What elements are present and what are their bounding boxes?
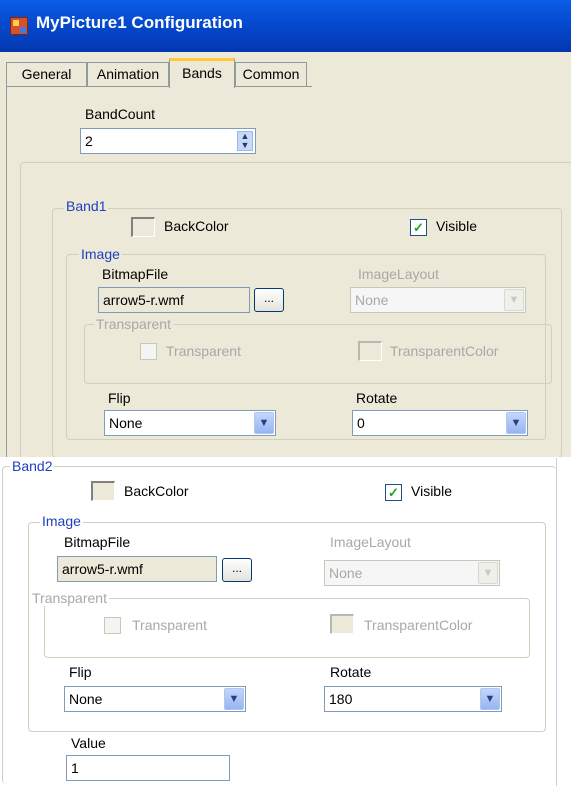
band2-imagelayout-value: None [329, 565, 363, 581]
band1-transparentcolor-label: TransparentColor [390, 343, 499, 359]
band1-bitmap-field[interactable]: arrow5-r.wmf [98, 287, 250, 313]
band1-image-title: Image [79, 246, 122, 262]
tab-animation[interactable]: Animation [87, 62, 169, 86]
band1-flip-value: None [109, 415, 143, 431]
band-count-value: 2 [85, 133, 93, 149]
band-count-stepper[interactable]: 2 ▲ ▼ [80, 128, 256, 154]
band2-rotate-label: Rotate [330, 664, 372, 680]
tab-general[interactable]: General [6, 62, 87, 86]
band2-transparentcolor-swatch[interactable] [330, 614, 354, 634]
checkmark-icon: ✓ [413, 220, 424, 235]
band1-browse-button[interactable]: ... [254, 288, 284, 312]
band1-transparent-checkbox[interactable] [140, 343, 157, 360]
band2-imagelayout-label: ImageLayout [330, 534, 411, 550]
band2-transparentcolor-label: TransparentColor [364, 617, 473, 633]
band1-title: Band1 [64, 198, 109, 214]
band2-flip-label: Flip [69, 664, 92, 680]
app-picture-icon [10, 17, 28, 35]
band2-title: Band2 [10, 458, 55, 474]
band1-backcolor-label: BackColor [164, 218, 229, 234]
band1-rotate-select[interactable]: 0 ▼ [352, 410, 528, 436]
band1-transparentcolor-swatch[interactable] [358, 341, 382, 361]
band-count-label: BandCount [85, 106, 156, 122]
checkmark-icon: ✓ [388, 485, 399, 500]
band2-browse-button[interactable]: ... [222, 558, 252, 582]
band2-transparent-title: Transparent [30, 590, 109, 606]
band2-image-title: Image [40, 513, 83, 529]
band2-transparent-checkbox[interactable] [104, 617, 121, 634]
band1-backcolor-swatch[interactable] [131, 217, 155, 237]
band2-imagelayout-select[interactable]: None ▼ [324, 560, 500, 586]
band1-flip-select[interactable]: None ▼ [104, 410, 276, 436]
band1-bitmap-label: BitmapFile [102, 266, 169, 282]
spinner-arrows-icon[interactable]: ▲ ▼ [237, 131, 253, 151]
band2-backcolor-label: BackColor [124, 483, 189, 499]
chevron-down-icon: ▼ [478, 562, 498, 584]
band2-flip-select[interactable]: None ▼ [64, 686, 246, 712]
band1-imagelayout-value: None [355, 292, 389, 308]
band2-flip-value: None [69, 691, 103, 707]
band2-backcolor-swatch[interactable] [91, 481, 115, 501]
chevron-down-icon[interactable]: ▼ [254, 412, 274, 434]
band1-imagelayout-select[interactable]: None ▼ [350, 287, 526, 313]
band2-value-label: Value [71, 735, 106, 751]
chevron-down-icon[interactable]: ▼ [506, 412, 526, 434]
band1-transparent-label: Transparent [166, 343, 241, 359]
band2-visible-label: Visible [411, 483, 452, 499]
band2-value-field[interactable]: 1 [66, 755, 230, 781]
band1-rotate-label: Rotate [356, 390, 398, 406]
panel-edge [556, 458, 557, 786]
chevron-down-icon[interactable]: ▼ [480, 688, 500, 710]
band1-imagelayout-label: ImageLayout [358, 266, 439, 282]
chevron-down-icon: ▼ [504, 289, 524, 311]
band2-rotate-value: 180 [329, 691, 353, 707]
band1-visible-label: Visible [436, 218, 477, 234]
band1-transparent-title: Transparent [94, 316, 173, 332]
tab-common[interactable]: Common [235, 62, 307, 86]
band2-visible-checkbox[interactable]: ✓ [385, 484, 402, 501]
band2-bitmap-field[interactable]: arrow5-r.wmf [57, 556, 217, 582]
window-title: MyPicture1 Configuration [36, 13, 243, 32]
band2-rotate-select[interactable]: 180 ▼ [324, 686, 502, 712]
band2-bitmap-label: BitmapFile [64, 534, 131, 550]
tab-bands[interactable]: Bands [169, 58, 235, 88]
band1-flip-label: Flip [108, 390, 131, 406]
band1-rotate-value: 0 [357, 415, 365, 431]
band1-visible-checkbox[interactable]: ✓ [410, 219, 427, 236]
band2-transparent-label: Transparent [132, 617, 207, 633]
chevron-down-icon[interactable]: ▼ [224, 688, 244, 710]
